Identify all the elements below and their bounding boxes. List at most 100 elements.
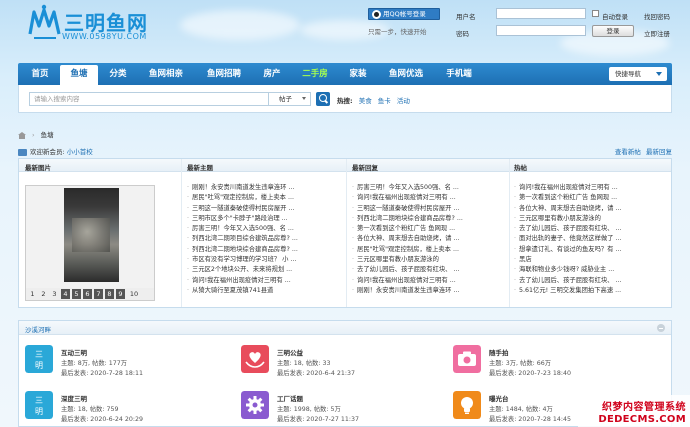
nav-item-dating[interactable]: 鱼网相亲 xyxy=(138,63,194,85)
hot-word-link[interactable]: 鱼卡 xyxy=(378,97,391,105)
site-logo[interactable]: 三明鱼网 WWW.0598YU.COM xyxy=(28,4,168,42)
list-item[interactable]: 从猗大骑行至夏茂镇741县道 xyxy=(187,286,337,296)
list-item[interactable]: 厉害三明！今年又入选500强、名 ... xyxy=(352,183,502,193)
member-icon xyxy=(18,148,27,156)
slide-number[interactable]: 4 xyxy=(61,289,70,299)
qq-icon xyxy=(372,10,381,19)
list-item[interactable]: 各位大神、周末想去自助烧烤，请 ... xyxy=(352,234,502,244)
search-input[interactable]: 请输入搜索内容 xyxy=(29,92,269,106)
forum-last-post[interactable]: 最后发表: 2020-6-24 20:29 xyxy=(61,414,143,423)
new-posts-link[interactable]: 查看新帖 xyxy=(615,148,641,156)
nav-item-jobs[interactable]: 鱼网招聘 xyxy=(196,63,252,85)
nav-item-selection[interactable]: 鱼网优选 xyxy=(378,63,434,85)
hot-word-link[interactable]: 活动 xyxy=(397,97,410,105)
list-item[interactable]: 三明市区多个"卡脖子"路段治理 ... xyxy=(187,214,337,224)
list-item[interactable]: 市区有没有学习博理的学习班？ 小 ... xyxy=(187,255,337,265)
forum-item[interactable]: 三 明 互动三明 主题: 8万, 帖数: 177万 最后发表: 2020-7-2… xyxy=(25,345,235,381)
forum-name[interactable]: 三明公益 xyxy=(277,347,303,357)
qq-login-button[interactable]: 用QQ帐号登录 xyxy=(368,8,440,20)
username-input[interactable] xyxy=(496,8,586,19)
list-item[interactable]: 询问!我在福州出现疫情对三明有 ... xyxy=(352,276,502,286)
list-item[interactable]: 海联和物业多少钱呀? 威胁业主 ... xyxy=(514,265,666,275)
list-item[interactable]: 去了幼儿园后、孩子屁股有红块、 ... xyxy=(514,224,666,234)
list-item[interactable]: 各位大神、周末想去自助烧烤，请 ... xyxy=(514,204,666,214)
auto-login-checkbox[interactable] xyxy=(592,10,599,17)
list-item[interactable]: 居民"吐骂"观定控制房，楼上卖本 ... xyxy=(187,193,337,203)
list-item[interactable]: 三元区哪里有教小朋友游泳的 xyxy=(352,255,502,265)
list-item[interactable]: 列西北湾二期项目综合建筑品房尊? ... xyxy=(187,234,337,244)
list-item[interactable]: 厉害三明！今年又入选500强、名 ... xyxy=(187,224,337,234)
forum-last-post[interactable]: 最后发表: 2020-6-4 21:37 xyxy=(277,368,355,377)
forum-last-post[interactable]: 最后发表: 2020-7-28 18:11 xyxy=(61,368,143,377)
forum-last-post[interactable]: 最后发表: 2020-7-28 14:45 xyxy=(489,414,571,423)
nav-item-mobile[interactable]: 手机端 xyxy=(436,63,482,85)
list-item[interactable]: 第一次看到这个粉红广告 鱼网现 ... xyxy=(352,224,502,234)
forum-item[interactable]: 三明公益 主题: 18, 帖数: 33 最后发表: 2020-6-4 21:37 xyxy=(241,345,451,381)
list-item[interactable]: 居民"吐骂"观定控制房，楼上卖本 ... xyxy=(352,245,502,255)
breadcrumb-current[interactable]: 鱼塘 xyxy=(41,131,54,139)
slide-number[interactable]: 8 xyxy=(105,289,114,299)
search-type-select[interactable]: 帖子 xyxy=(269,92,311,106)
list-item[interactable]: 去了幼儿园后、孩子屁股有红块、 ... xyxy=(514,276,666,286)
slide-number[interactable]: 3 xyxy=(50,289,59,299)
list-item[interactable]: 刚刚！永安贵川南道发生违章连环 ... xyxy=(187,183,337,193)
forum-item[interactable]: 随手拍 主题: 3万, 帖数: 66万 最后发表: 2020-7-23 18:4… xyxy=(453,345,663,381)
nav-item-decor[interactable]: 家装 xyxy=(340,63,376,85)
forum-group-title[interactable]: 沙溪河畔 xyxy=(25,324,51,334)
list-item[interactable]: 黑店 xyxy=(514,255,666,265)
col-title-pictures: 最新图片 xyxy=(25,164,51,172)
list-item[interactable]: 面对出轨的妻子、他竟然这样做了 ... xyxy=(514,234,666,244)
nav-item-category[interactable]: 分类 xyxy=(100,63,136,85)
forum-name[interactable]: 工厂话题 xyxy=(277,393,303,403)
list-item[interactable]: 三元区2个地块公开、未来将规划 ... xyxy=(187,265,337,275)
list-item[interactable]: 列西北湾二期地块综合建商品房尊? ... xyxy=(352,214,502,224)
slide-number[interactable]: 2 xyxy=(39,289,48,299)
password-input[interactable] xyxy=(496,25,586,36)
list-item[interactable]: 想拿遗订礼、有谈过的鱼友吗？有 ... xyxy=(514,245,666,255)
nav-item-secondhand[interactable]: 二手房 xyxy=(292,63,338,85)
collapse-icon[interactable] xyxy=(657,324,665,332)
slide-number[interactable]: 5 xyxy=(72,289,81,299)
new-member-link[interactable]: 小小首校 xyxy=(67,148,93,156)
list-item[interactable]: 刚刚！永安贵川南道发生违章连环 ... xyxy=(352,286,502,296)
home-icon[interactable] xyxy=(18,131,26,139)
list-item[interactable]: 三元区哪里有教小朋友游泳的 xyxy=(514,214,666,224)
nav-item-yutang[interactable]: 鱼塘 xyxy=(60,65,98,85)
latest-picture[interactable] xyxy=(64,188,119,282)
slide-number[interactable]: 10 xyxy=(127,289,141,299)
list-item[interactable]: 第一次看到这个粉红广告 鱼网现 ... xyxy=(514,193,666,203)
slide-number[interactable]: 7 xyxy=(94,289,103,299)
nav-item-home[interactable]: 首页 xyxy=(22,63,58,85)
new-replies-link[interactable]: 最新回复 xyxy=(646,148,672,156)
latest-topics-list: 刚刚！永安贵川南道发生违章连环 ... 居民"吐骂"观定控制房，楼上卖本 ...… xyxy=(187,183,337,296)
list-item[interactable]: 去了幼儿园后、孩子屁股有红块、 ... xyxy=(352,265,502,275)
list-item[interactable]: 三明这一隧道秦破使得村民房屋开 ... xyxy=(352,204,502,214)
forum-last-post[interactable]: 最后发表: 2020-7-23 18:40 xyxy=(489,368,571,377)
list-item[interactable]: 列西北湾二期地块综合建商品房尊? ... xyxy=(187,245,337,255)
forum-name[interactable]: 随手拍 xyxy=(489,347,509,357)
nav-item-realestate[interactable]: 房产 xyxy=(254,63,290,85)
slide-number[interactable]: 9 xyxy=(116,289,125,299)
login-button[interactable]: 登录 xyxy=(592,25,634,37)
quick-nav-dropdown[interactable]: 快捷导航 xyxy=(609,67,667,81)
list-item[interactable]: 5.61亿元! 三明交发集团拍下高速 ... xyxy=(514,286,666,296)
slide-number[interactable]: 1 xyxy=(28,289,37,299)
hot-word-link[interactable]: 美食 xyxy=(359,97,372,105)
forum-name[interactable]: 互动三明 xyxy=(61,347,87,357)
list-item[interactable]: 询问!我在福州出现疫情对三明有 ... xyxy=(352,193,502,203)
forum-stats: 主题: 3万, 帖数: 66万 xyxy=(489,360,552,367)
forum-item[interactable]: 三 明 深度三明 主题: 18, 帖数: 759 最后发表: 2020-6-24… xyxy=(25,391,235,427)
forum-name[interactable]: 深度三明 xyxy=(61,393,87,403)
list-item[interactable]: 三明这一隧道秦破使得村民房屋开 ... xyxy=(187,204,337,214)
search-button[interactable] xyxy=(316,92,330,106)
slide-number[interactable]: 6 xyxy=(83,289,92,299)
welcome-message: 欢迎新会员: 小小首校 xyxy=(18,146,93,156)
latest-picture-slider[interactable]: 1 2 3 4 5 6 7 8 9 10 xyxy=(25,185,155,301)
list-item[interactable]: 询问!我在福州出现疫情对三明有 ... xyxy=(187,276,337,286)
list-item[interactable]: 询问!我在福州出现疫情对三明有 ... xyxy=(514,183,666,193)
forum-last-post[interactable]: 最后发表: 2020-7-27 11:37 xyxy=(277,414,359,423)
register-link[interactable]: 立即注册 xyxy=(644,28,670,38)
forum-item[interactable]: 工厂话题 主题: 1998, 帖数: 5万 最后发表: 2020-7-27 11… xyxy=(241,391,451,427)
forum-name[interactable]: 曝光台 xyxy=(489,393,509,403)
forgot-password-link[interactable]: 找回密码 xyxy=(644,11,670,21)
